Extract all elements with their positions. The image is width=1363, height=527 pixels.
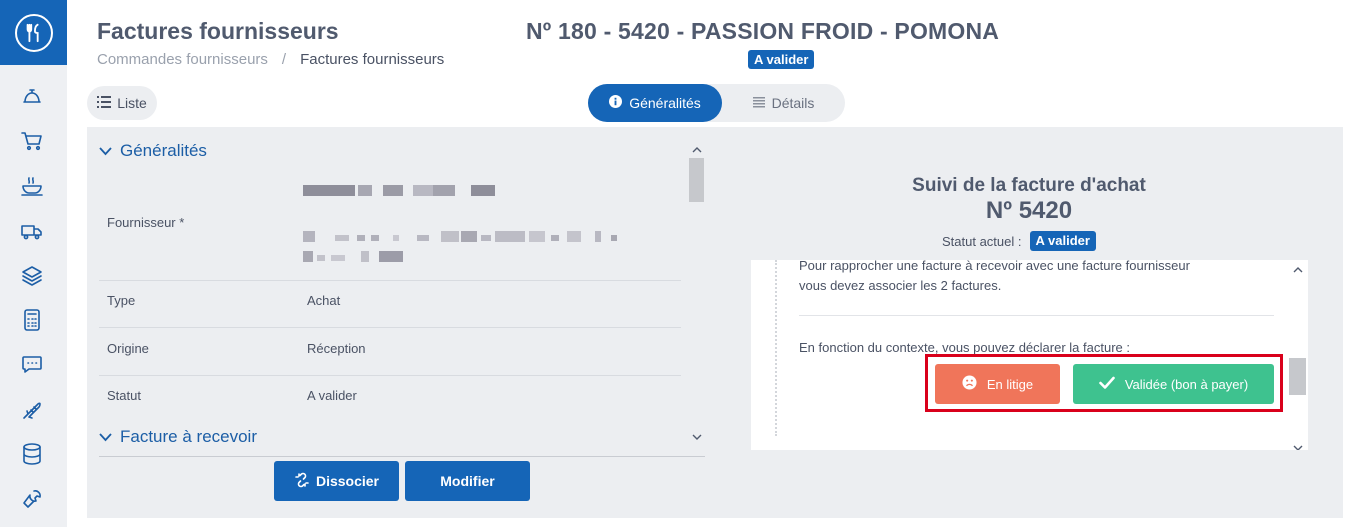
card-scrollbar[interactable] bbox=[1288, 260, 1308, 450]
sidebar bbox=[0, 0, 67, 527]
dissocier-button[interactable]: Dissocier bbox=[274, 461, 399, 501]
calculator-icon[interactable] bbox=[19, 307, 45, 333]
check-icon bbox=[1099, 376, 1115, 392]
field-value: Réception bbox=[307, 341, 366, 356]
chevron-down-icon bbox=[99, 427, 112, 447]
tab-details[interactable]: Détails bbox=[722, 84, 845, 122]
section-title: Généralités bbox=[120, 141, 207, 160]
wrench-icon[interactable] bbox=[19, 486, 45, 512]
field-label: Statut bbox=[107, 388, 141, 403]
field-row-type: Type Achat bbox=[99, 281, 681, 328]
generalites-panel: Généralités Fournisseur * Type Achat Ori… bbox=[99, 135, 705, 457]
tracking-number: Nº 5420 bbox=[985, 197, 1073, 224]
tracking-status: Statut actuel : A valider bbox=[942, 231, 1096, 251]
logo[interactable] bbox=[0, 0, 67, 65]
info-text: vous devez associer les 2 factures. bbox=[799, 278, 1002, 293]
soup-icon[interactable] bbox=[19, 173, 45, 199]
fish-icon[interactable] bbox=[19, 397, 45, 423]
section-title: Facture à recevoir bbox=[120, 427, 257, 446]
list-label: Liste bbox=[117, 95, 147, 111]
tab-bar: Généralités Détails bbox=[588, 84, 845, 122]
tab-label: Détails bbox=[771, 95, 815, 111]
button-label: Modifier bbox=[440, 473, 495, 489]
section-facture-a-recevoir[interactable]: Facture à recevoir bbox=[99, 427, 257, 447]
field-label: Type bbox=[107, 293, 136, 308]
database-icon[interactable] bbox=[19, 441, 45, 467]
layers-icon[interactable] bbox=[19, 263, 45, 289]
section-generalites[interactable]: Généralités bbox=[99, 141, 207, 161]
chat-icon[interactable] bbox=[19, 351, 45, 377]
tab-generalites[interactable]: Généralités bbox=[588, 84, 722, 122]
info-text: Pour rapprocher une facture à recevoir a… bbox=[799, 260, 1190, 273]
field-value: A valider bbox=[307, 388, 357, 403]
status-badge: A valider bbox=[1029, 231, 1096, 251]
timeline-line bbox=[775, 260, 777, 436]
status-badge: A valider bbox=[748, 50, 815, 69]
list-icon bbox=[97, 95, 112, 111]
dispute-button[interactable]: En litige bbox=[935, 364, 1060, 404]
field-value: Achat bbox=[307, 293, 341, 308]
field-row-origine: Origine Réception bbox=[99, 328, 681, 376]
cart-icon[interactable] bbox=[19, 128, 45, 154]
scrollbar-thumb[interactable] bbox=[1289, 358, 1306, 395]
field-row-statut: Statut A valider bbox=[99, 376, 681, 423]
truck-icon[interactable] bbox=[19, 218, 45, 244]
divider bbox=[99, 456, 705, 457]
field-label: Fournisseur * bbox=[107, 215, 185, 230]
list-icon bbox=[752, 95, 765, 111]
list-button[interactable]: Liste bbox=[87, 86, 157, 120]
validate-button[interactable]: Validée (bon à payer) bbox=[1073, 364, 1274, 404]
frown-icon bbox=[962, 375, 977, 393]
breadcrumb: Commandes fournisseurs / Factures fourni… bbox=[97, 51, 444, 68]
modifier-button[interactable]: Modifier bbox=[405, 461, 530, 501]
chevron-down-icon bbox=[99, 141, 112, 161]
button-label: Validée (bon à payer) bbox=[1124, 376, 1249, 392]
breadcrumb-current: Factures fournisseurs bbox=[300, 51, 445, 68]
unlink-icon bbox=[294, 472, 310, 491]
info-icon bbox=[609, 95, 623, 111]
page-title: Factures fournisseurs bbox=[97, 18, 339, 44]
document-title: Nº 180 - 5420 - PASSION FROID - POMONA bbox=[526, 18, 1000, 44]
breadcrumb-separator: / bbox=[281, 51, 287, 68]
button-label: En litige bbox=[986, 376, 1034, 392]
tracking-title: Suivi de la facture d'achat bbox=[912, 175, 1146, 196]
field-row-fournisseur: Fournisseur * bbox=[99, 171, 681, 281]
cutlery-icon bbox=[14, 13, 53, 52]
button-label: Dissocier bbox=[315, 473, 380, 489]
breadcrumb-link[interactable]: Commandes fournisseurs bbox=[97, 51, 268, 68]
divider bbox=[799, 315, 1274, 316]
status-label: Statut actuel : bbox=[942, 233, 1022, 249]
field-label: Origine bbox=[107, 341, 149, 356]
scrollbar-thumb[interactable] bbox=[689, 158, 704, 202]
tab-label: Généralités bbox=[629, 95, 701, 111]
bell-icon[interactable] bbox=[19, 83, 45, 109]
